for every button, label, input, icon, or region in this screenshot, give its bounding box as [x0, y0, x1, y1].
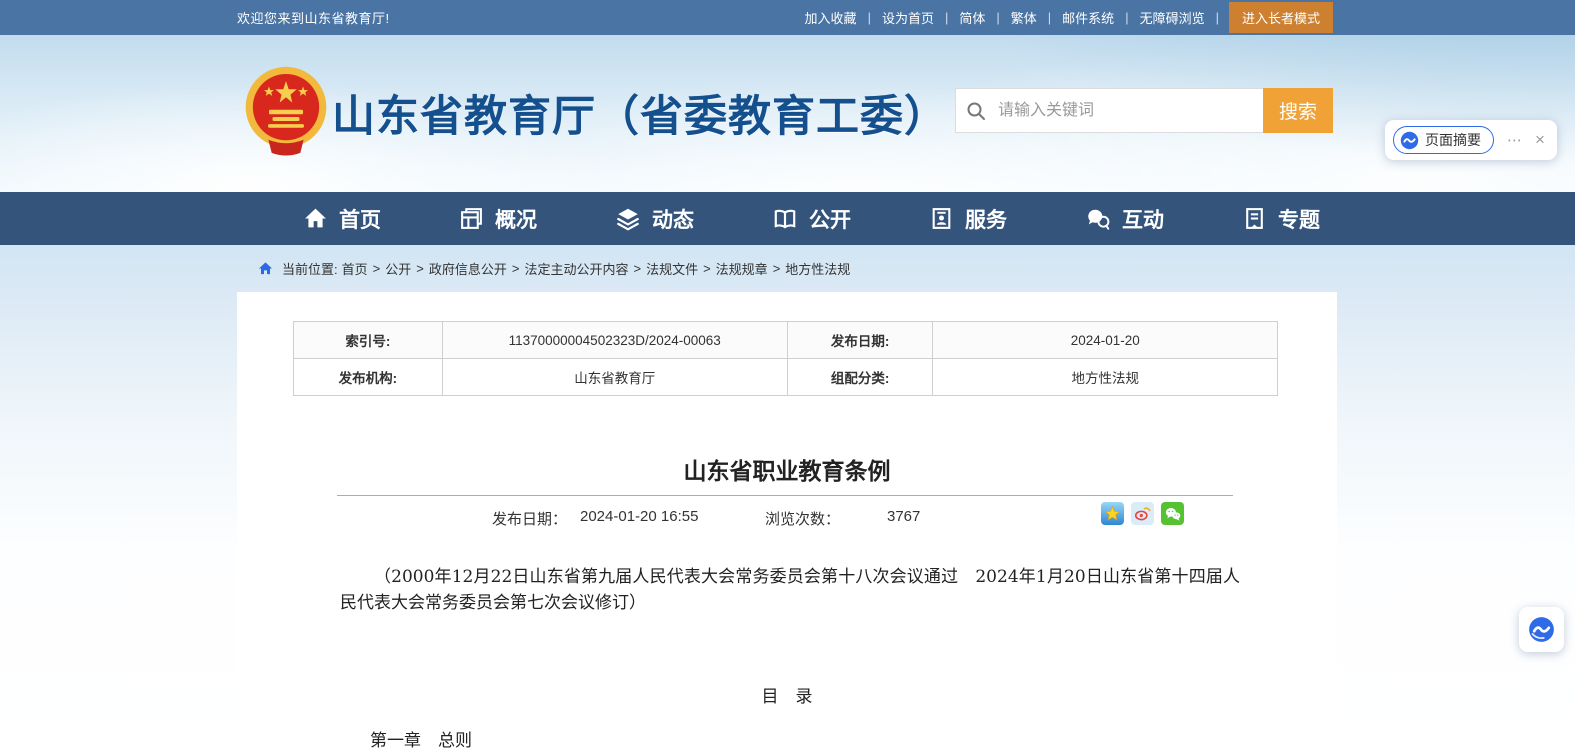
breadcrumb-item-home[interactable]: 首页 [342, 259, 368, 278]
article-card: 索引号: 11370000004502323D/2024-00063 发布日期:… [237, 292, 1337, 756]
site-header: 山东省教育厅（省委教育工委） 搜索 页面摘要 ⋯ × [0, 35, 1575, 192]
topics-doc-icon [1242, 206, 1267, 231]
breadcrumb-item-regulation-files[interactable]: 法规文件 [646, 259, 698, 278]
nav-label: 公开 [809, 204, 851, 234]
nav-item-overview[interactable]: 概况 [459, 204, 537, 234]
topbar-link-set-homepage[interactable]: 设为首页 [871, 8, 945, 27]
nav-item-interaction[interactable]: 互动 [1085, 204, 1164, 234]
top-utility-bar: 欢迎您来到山东省教育厅! 加入收藏 | 设为首页 | 简体 | 繁体 | 邮件系… [0, 0, 1575, 35]
separator: > [633, 261, 641, 276]
page-summary-button[interactable]: 页面摘要 [1393, 126, 1494, 154]
more-options-icon[interactable]: ⋯ [1507, 131, 1523, 149]
content-background: 当前位置: 首页 > 公开 > 政府信息公开 > 法定主动公开内容 > 法规文件… [0, 245, 1575, 756]
nav-label: 动态 [652, 204, 694, 234]
article-title: 山东省职业教育条例 [237, 452, 1337, 486]
search-box: 搜索 [955, 88, 1333, 133]
topbar-link-simplified[interactable]: 简体 [948, 8, 996, 27]
chat-bubbles-icon [1085, 206, 1111, 232]
topbar-links: 加入收藏 | 设为首页 | 简体 | 繁体 | 邮件系统 | 无障碍浏览 | 进… [794, 0, 1333, 35]
assistant-float-button[interactable] [1519, 607, 1564, 652]
qzone-share-icon[interactable] [1101, 502, 1124, 525]
document-meta-table: 索引号: 11370000004502323D/2024-00063 发布日期:… [293, 321, 1278, 396]
category-value: 地方性法规 [933, 359, 1278, 396]
chapter-1-heading: 第一章 总则 [370, 726, 472, 751]
separator: > [373, 261, 381, 276]
nav-label: 专题 [1278, 204, 1320, 234]
separator: > [512, 261, 520, 276]
nav-item-services[interactable]: 服务 [929, 204, 1007, 234]
publish-date-value: 2024-01-20 [933, 322, 1278, 359]
nav-item-home[interactable]: 首页 [303, 204, 381, 234]
breadcrumb-item-regulations[interactable]: 法规规章 [716, 259, 768, 278]
breadcrumb-item-public[interactable]: 公开 [385, 259, 411, 278]
page-summary-label: 页面摘要 [1425, 130, 1481, 150]
views-count: 3767 [887, 508, 920, 525]
search-input[interactable] [996, 89, 1263, 132]
publish-time-label: 发布日期： [492, 508, 567, 529]
home-icon [303, 206, 328, 231]
separator: > [416, 261, 424, 276]
index-number-label: 索引号: [294, 322, 443, 359]
table-of-contents-title: 目 录 [237, 682, 1337, 707]
breadcrumb-item-local-regulations: 地方性法规 [785, 259, 850, 278]
topbar-link-add-favorite[interactable]: 加入收藏 [794, 8, 868, 27]
breadcrumb-item-statutory[interactable]: 法定主动公开内容 [524, 259, 628, 278]
assistant-logo-icon [1400, 131, 1419, 150]
separator: > [703, 261, 711, 276]
nav-label: 服务 [965, 204, 1007, 234]
open-book-icon [772, 206, 798, 232]
publisher-label: 发布机构: [294, 359, 443, 396]
national-emblem-logo[interactable] [241, 65, 331, 160]
assistant-logo-icon [1528, 616, 1555, 643]
publisher-value: 山东省教育厅 [442, 359, 787, 396]
search-icon [956, 89, 996, 132]
breadcrumb: 当前位置: 首页 > 公开 > 政府信息公开 > 法定主动公开内容 > 法规文件… [0, 245, 1575, 292]
page-summary-widget: 页面摘要 ⋯ × [1385, 120, 1557, 160]
breadcrumb-prefix: 当前位置: [282, 259, 338, 278]
publish-date-label: 发布日期: [787, 322, 933, 359]
nav-item-topics[interactable]: 专题 [1242, 204, 1320, 234]
news-stack-icon [615, 206, 641, 232]
close-icon[interactable]: × [1535, 130, 1545, 150]
search-button[interactable]: 搜索 [1263, 88, 1333, 133]
table-row: 索引号: 11370000004502323D/2024-00063 发布日期:… [294, 322, 1278, 359]
publish-time-value: 2024-01-20 16:55 [580, 508, 698, 525]
nav-item-news[interactable]: 动态 [615, 204, 694, 234]
nav-label: 概况 [495, 204, 537, 234]
breadcrumb-home-icon[interactable] [258, 261, 273, 276]
nav-items: 首页 概况 动态 [303, 192, 1320, 245]
article-intro-paragraph: （2000年12月22日山东省第九届人民代表大会常务委员会第十八次会议通过 20… [340, 564, 1240, 616]
separator: | [1216, 10, 1219, 25]
topbar-link-mail-system[interactable]: 邮件系统 [1051, 8, 1125, 27]
nav-label: 首页 [339, 204, 381, 234]
welcome-text: 欢迎您来到山东省教育厅! [237, 8, 390, 27]
topbar-link-traditional[interactable]: 繁体 [1000, 8, 1048, 27]
main-navigation: 首页 概况 动态 [0, 192, 1575, 245]
topbar-link-accessibility[interactable]: 无障碍浏览 [1129, 8, 1216, 27]
nav-item-public-info[interactable]: 公开 [772, 204, 851, 234]
elder-mode-button[interactable]: 进入长者模式 [1229, 2, 1333, 33]
nav-label: 互动 [1122, 204, 1164, 234]
overview-icon [459, 206, 484, 231]
wechat-share-icon[interactable] [1161, 502, 1184, 525]
index-number-value: 11370000004502323D/2024-00063 [442, 322, 787, 359]
category-label: 组配分类: [787, 359, 933, 396]
breadcrumb-item-gov-info[interactable]: 政府信息公开 [429, 259, 507, 278]
views-label: 浏览次数： [765, 508, 840, 529]
share-bar [1101, 502, 1184, 525]
separator: > [773, 261, 781, 276]
site-title: 山东省教育厅（省委教育工委） [332, 82, 948, 144]
table-row: 发布机构: 山东省教育厅 组配分类: 地方性法规 [294, 359, 1278, 396]
page: 欢迎您来到山东省教育厅! 加入收藏 | 设为首页 | 简体 | 繁体 | 邮件系… [0, 0, 1575, 756]
divider [337, 495, 1233, 496]
weibo-share-icon[interactable] [1131, 502, 1154, 525]
service-person-icon [929, 206, 954, 231]
